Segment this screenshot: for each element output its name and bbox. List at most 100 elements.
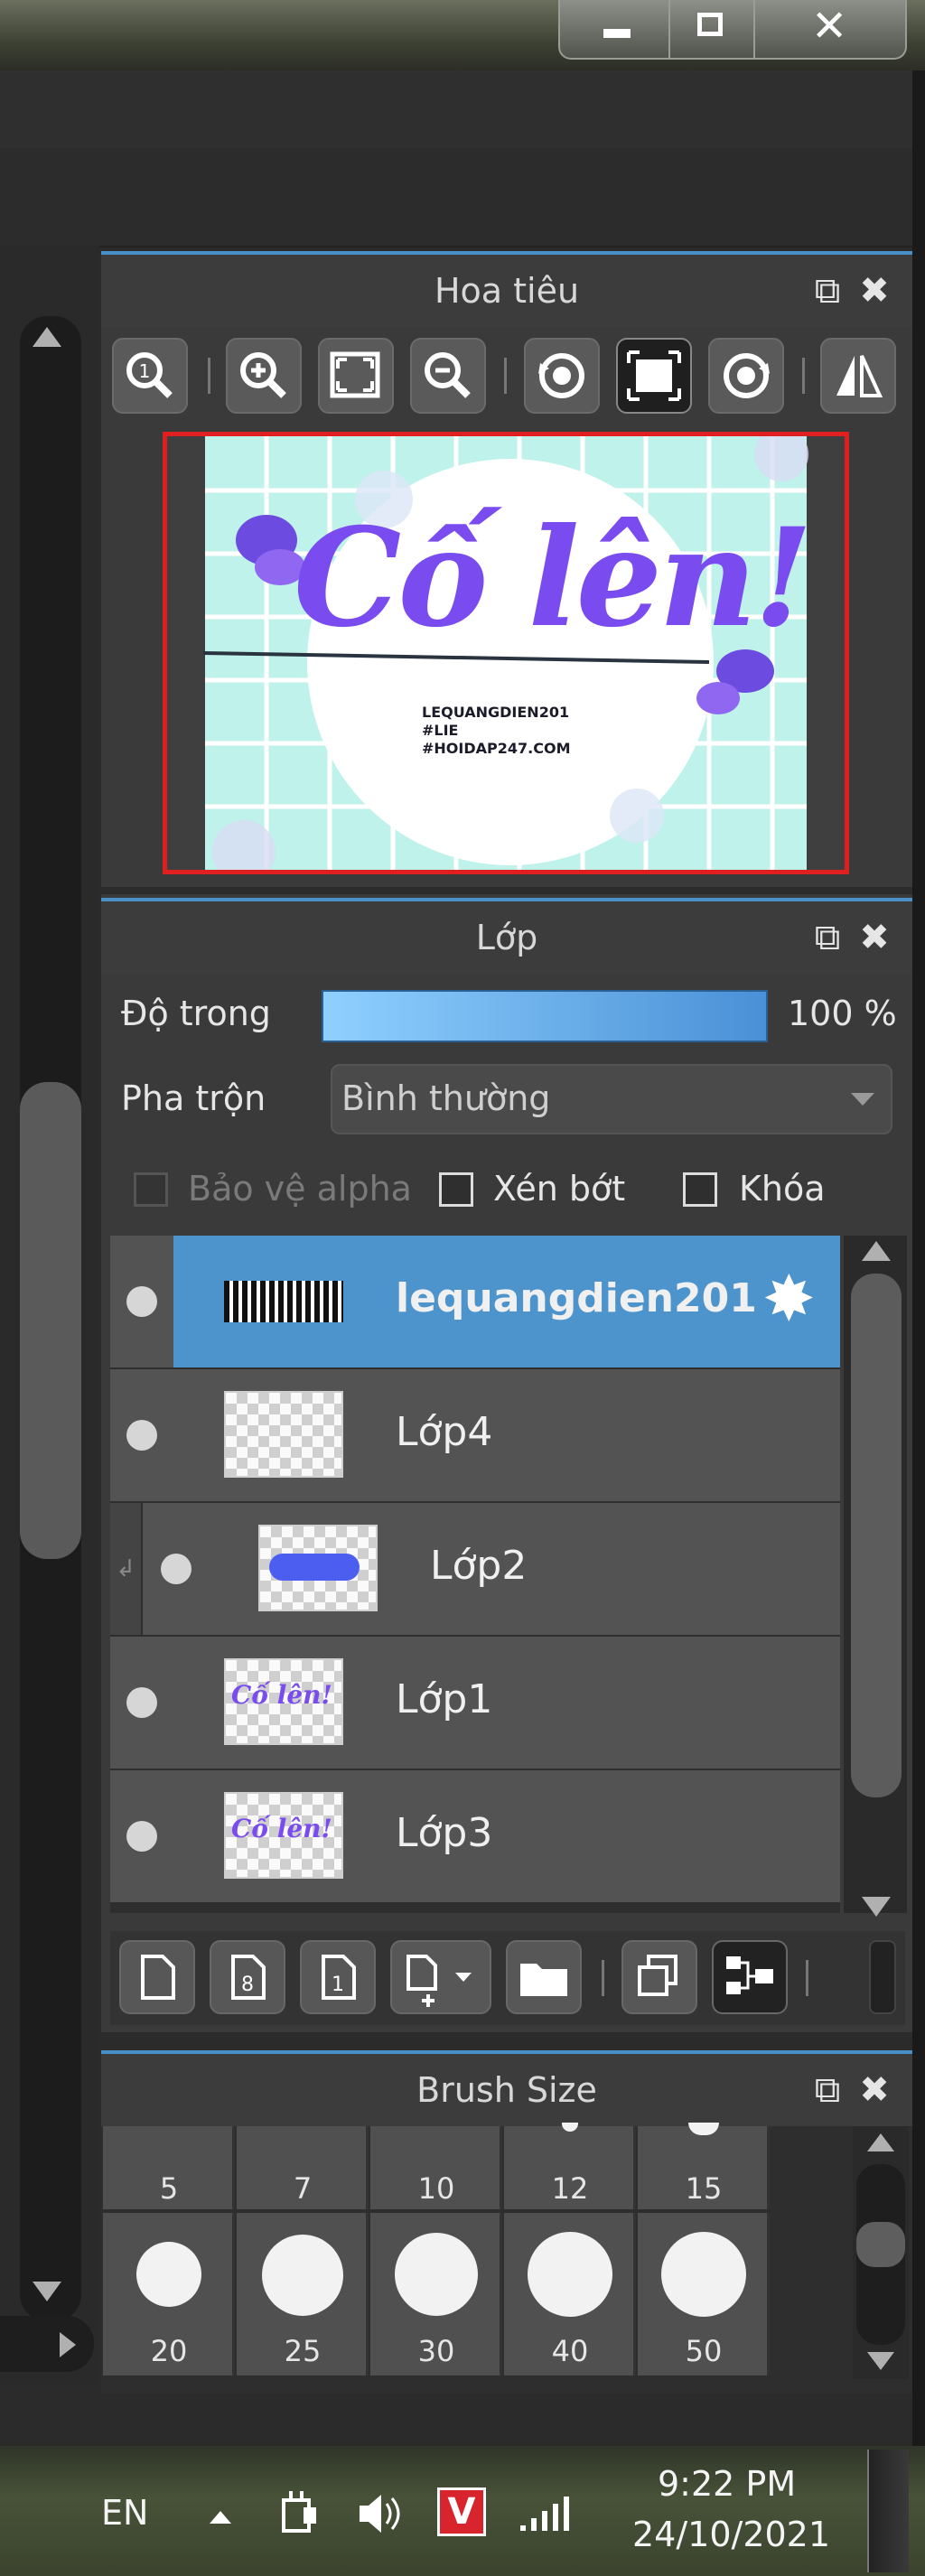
brush-size-cell[interactable]: 7 (237, 2126, 369, 2209)
layer-name: Lớp1 (396, 1676, 493, 1722)
close-button[interactable]: ✕ (753, 0, 907, 60)
navigator-preview[interactable]: Cố lên! LEQUANGDIEN201 #LIE #HOIDAP247.C… (163, 432, 849, 874)
rotate-right-button[interactable] (708, 338, 784, 414)
network-signal-icon[interactable] (517, 2491, 575, 2536)
zoom-in-button[interactable] (226, 338, 302, 414)
layer-scrollbar-thumb[interactable] (851, 1274, 902, 1797)
flip-button[interactable] (820, 338, 896, 414)
brush-size-cell[interactable]: 20 (103, 2213, 235, 2375)
clipping-indicator: ↲ (110, 1503, 143, 1635)
visibility-toggle-icon[interactable] (126, 1687, 157, 1718)
visibility-toggle-icon[interactable] (126, 1286, 157, 1317)
visibility-toggle-icon[interactable] (161, 1554, 192, 1584)
merge-layer-button[interactable] (712, 1940, 788, 2014)
scroll-up-arrow-icon[interactable] (33, 327, 61, 347)
brush-size-value: 50 (685, 2334, 723, 2368)
minimize-button[interactable] (558, 0, 670, 60)
clock-date[interactable]: 24/10/2021 (632, 2515, 830, 2554)
scroll-down-arrow-icon[interactable] (862, 1897, 891, 1917)
clip-checkbox[interactable] (439, 1172, 473, 1207)
clip-label: Xén bớt (493, 1169, 626, 1209)
brush-size-cell[interactable]: 30 (370, 2213, 502, 2375)
new-layer-button[interactable] (119, 1940, 195, 2014)
fit-screen-button[interactable] (318, 338, 394, 414)
brush-size-cell[interactable]: 50 (638, 2213, 770, 2375)
brush-size-value: 5 (159, 2171, 179, 2206)
layer-name: Lớp4 (396, 1409, 493, 1455)
popout-icon[interactable]: ⧉ (809, 2054, 846, 2126)
preview-caption-line: LEQUANGDIEN201 (422, 704, 570, 721)
popout-icon[interactable]: ⧉ (809, 901, 846, 974)
brush-dot (661, 2232, 746, 2317)
layer-row-lop2[interactable]: ↲ Lớp2 (110, 1503, 840, 1637)
rotate-left-button[interactable] (524, 338, 600, 414)
layer-settings-gear-icon[interactable]: ✸ (762, 1263, 816, 1335)
brush-size-cell[interactable]: 40 (504, 2213, 636, 2375)
show-desktop-button[interactable] (867, 2450, 909, 2572)
zoom-out-button[interactable] (410, 338, 486, 414)
thumbnail-lettering: Cố lên! (231, 1680, 332, 1710)
actual-size-button[interactable] (616, 338, 692, 414)
volume-icon[interactable] (354, 2489, 405, 2538)
toolbar-separator (208, 358, 210, 394)
menu-bar (0, 70, 912, 150)
maximize-button[interactable] (668, 0, 755, 60)
toolbar-separator (602, 1960, 604, 1996)
preview-caption: LEQUANGDIEN201 #LIE #HOIDAP247.COM (422, 704, 570, 758)
blend-mode-label: Pha trộn (121, 1078, 266, 1118)
brush-size-cell[interactable]: 5 (103, 2126, 235, 2209)
blend-mode-value: Bình thường (341, 1078, 551, 1118)
language-indicator[interactable]: EN (101, 2493, 148, 2533)
power-plug-icon[interactable] (276, 2487, 322, 2538)
brush-size-cell[interactable]: 25 (237, 2213, 369, 2375)
horizontal-scrollbar[interactable] (0, 2316, 94, 2372)
opacity-value: 100 % (788, 994, 897, 1033)
layer-row-lop3[interactable]: Cố lên! Lớp3 (110, 1770, 840, 1904)
layer-toolbar-scrollbar[interactable] (869, 1940, 896, 2014)
brush-size-value: 40 (551, 2334, 589, 2368)
app-tray-badge-letter: V (440, 2490, 483, 2534)
layer-row-lequangdien201[interactable]: lequangdien201 ✸ (110, 1236, 840, 1369)
flip-icon (836, 355, 883, 397)
scroll-down-arrow-icon[interactable] (867, 2352, 894, 2370)
layer-row-lop4[interactable]: Lớp4 (110, 1369, 840, 1503)
layer-name: Lớp3 (396, 1810, 493, 1856)
brush-size-cell[interactable]: 12 (504, 2123, 636, 2209)
blend-mode-select[interactable]: Bình thường (331, 1064, 892, 1134)
close-panel-icon[interactable]: ✖ (856, 255, 892, 327)
brush-size-value: 25 (284, 2334, 322, 2368)
app-tray-badge-icon[interactable]: V (437, 2487, 486, 2536)
brush-scrollbar-handle[interactable] (856, 2222, 905, 2267)
new-8bit-layer-button[interactable]: 8 (210, 1940, 285, 2014)
window-title-bar: ✕ (0, 0, 925, 70)
fit-screen-icon (330, 351, 380, 398)
add-layer-menu-button[interactable] (390, 1940, 491, 2014)
layers-title: Lớp (475, 918, 538, 957)
new-layer-icon (141, 1955, 175, 2000)
visibility-toggle-icon[interactable] (126, 1420, 157, 1451)
window-edge (912, 70, 925, 2446)
brush-size-cell[interactable]: 15 (638, 2123, 770, 2209)
lock-checkbox[interactable] (683, 1172, 717, 1207)
zoom-fit-button[interactable]: 1 (112, 338, 188, 414)
clock-time[interactable]: 9:22 PM (658, 2464, 796, 2504)
scroll-up-arrow-icon[interactable] (867, 2133, 894, 2151)
new-folder-button[interactable] (506, 1940, 582, 2014)
opacity-slider[interactable] (322, 990, 768, 1042)
brush-size-cell[interactable]: 10 (370, 2126, 502, 2209)
visibility-toggle-icon[interactable] (126, 1821, 157, 1852)
close-panel-icon[interactable]: ✖ (856, 901, 892, 974)
protect-alpha-checkbox[interactable] (134, 1172, 168, 1207)
scrollbar-thumb[interactable] (20, 1082, 81, 1559)
popout-icon[interactable]: ⧉ (809, 255, 846, 327)
scroll-up-arrow-icon[interactable] (862, 1241, 891, 1261)
scroll-down-arrow-icon[interactable] (33, 2282, 61, 2301)
new-1bit-layer-button[interactable]: 1 (300, 1940, 376, 2014)
layer-row-lop1[interactable]: Cố lên! Lớp1 (110, 1637, 840, 1770)
scroll-right-arrow-icon[interactable] (60, 2332, 76, 2357)
show-hidden-icons-chevron-icon[interactable] (210, 2511, 231, 2524)
new-1bit-layer-icon: 1 (322, 1955, 356, 2000)
close-panel-icon[interactable]: ✖ (856, 2054, 892, 2126)
layer-thumbnail (224, 1391, 343, 1478)
duplicate-layer-button[interactable] (621, 1940, 697, 2014)
